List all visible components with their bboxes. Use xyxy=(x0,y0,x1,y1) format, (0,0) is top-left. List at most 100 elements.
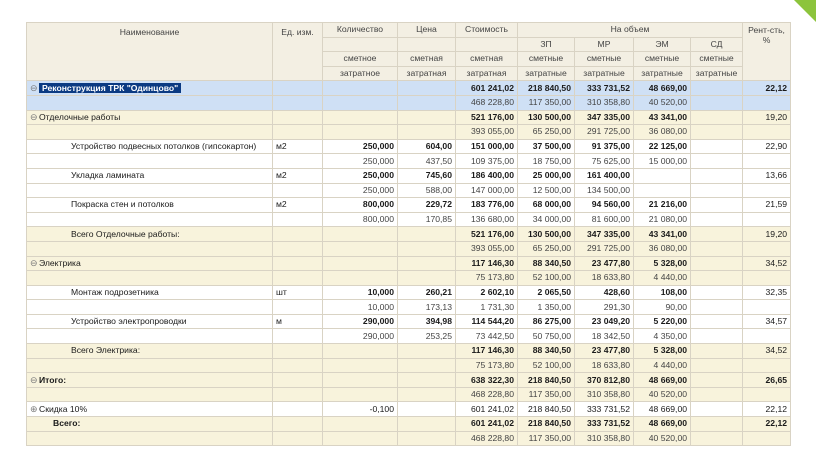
col-header-em[interactable]: ЭМ xyxy=(633,36,691,53)
rent-cell: 21,59 xyxy=(742,197,792,213)
em-cell: 40 520,00 xyxy=(633,94,691,111)
cost-cell: 117 146,30 xyxy=(455,343,518,359)
name-cell[interactable]: ⊖Электрика xyxy=(26,255,273,272)
price-cell xyxy=(397,270,456,286)
table-row-item[interactable]: Устройство подвесных потолков (гипсокарт… xyxy=(26,138,792,155)
em-cell: 21 080,00 xyxy=(633,211,691,228)
mr-cell: 18 342,50 xyxy=(574,328,634,345)
name-cell[interactable]: Устройство электропроводки xyxy=(26,313,273,330)
col-header-qty[interactable]: Количество xyxy=(322,22,398,38)
cost-cell: 601 241,02 xyxy=(455,80,518,96)
em-cell: 36 080,00 xyxy=(633,124,691,140)
col-header-rent[interactable]: Рент-сть, % xyxy=(742,21,792,82)
unit-cell xyxy=(272,386,323,403)
em-cell: 48 669,00 xyxy=(633,401,691,418)
header-blank xyxy=(322,36,398,53)
name-cell xyxy=(26,94,273,111)
em-cell: 108,00 xyxy=(633,284,691,301)
unit-cell xyxy=(272,270,323,286)
qty-cell xyxy=(322,343,398,359)
name-cell[interactable]: Всего Отделочные работы: xyxy=(26,226,273,242)
qty-cell xyxy=(322,430,398,447)
col-header-sd[interactable]: СД xyxy=(689,36,744,53)
name-cell[interactable]: Всего Электрика: xyxy=(26,343,273,359)
sd-cell xyxy=(689,270,744,286)
zp-cell: 130 500,00 xyxy=(517,226,575,242)
table-row-subtotal[interactable]: ⊖Итого: 638 322,30 218 840,50 370 812,80… xyxy=(26,372,792,388)
unit-cell xyxy=(272,240,323,257)
qty-cell xyxy=(322,255,398,272)
table-row-project[interactable]: ⊖ Реконструкция ТРК "Одинцово" 601 241,02… xyxy=(26,80,792,96)
em-cell: 40 520,00 xyxy=(633,386,691,403)
qty-cell xyxy=(322,124,398,140)
sd-cell xyxy=(689,343,744,359)
collapse-icon[interactable]: ⊖ xyxy=(30,82,39,95)
unit-cell xyxy=(272,94,323,111)
expand-icon[interactable]: ⊕ xyxy=(30,403,39,416)
em-cell: 4 350,00 xyxy=(633,328,691,345)
price-cell: 745,60 xyxy=(397,167,456,184)
col-header-unit[interactable]: Ед. изм. xyxy=(272,21,323,82)
collapse-icon[interactable]: ⊖ xyxy=(30,111,39,124)
collapse-icon[interactable]: ⊖ xyxy=(30,374,39,387)
price-cell: 394,98 xyxy=(397,313,456,330)
estimate-table: Наименование Ед. изм. Количество Цена Ст… xyxy=(26,21,792,447)
name-cell[interactable]: Всего: xyxy=(26,416,273,432)
rent-cell: 26,65 xyxy=(742,372,792,388)
table-row-item[interactable]: Устройство электропроводки м 290,000 394… xyxy=(26,313,792,330)
sd-cell xyxy=(689,226,744,242)
table-row-total[interactable]: Всего Отделочные работы: 521 176,00 130 … xyxy=(26,226,792,242)
zp-cell: 68 000,00 xyxy=(517,197,575,213)
unit-cell xyxy=(272,299,323,315)
name-cell[interactable]: Покраска стен и потолков xyxy=(26,197,273,213)
unit-cell xyxy=(272,109,323,126)
table-row-item[interactable]: Укладка ламината м2 250,000 745,60 186 4… xyxy=(26,167,792,184)
col-header-volume[interactable]: На объем xyxy=(516,22,744,38)
unit-cell xyxy=(272,372,323,388)
unit-cell xyxy=(272,211,323,228)
col-header-price[interactable]: Цена xyxy=(397,22,456,38)
zp-cell: 12 500,00 xyxy=(517,182,575,199)
qty-cell xyxy=(322,240,398,257)
rent-cell xyxy=(742,328,792,345)
table-row-item[interactable]: Покраска стен и потолков м2 800,000 229,… xyxy=(26,197,792,213)
table-row-item-sub: 800,000 170,85 136 680,00 34 000,00 81 6… xyxy=(26,211,792,228)
rent-cell: 22,12 xyxy=(742,416,792,432)
name-cell[interactable]: Укладка ламината xyxy=(26,167,273,184)
name-cell[interactable]: Монтаж подрозетника xyxy=(26,284,273,301)
mr-cell: 291,30 xyxy=(574,299,634,315)
name-cell[interactable]: ⊖Итого: xyxy=(26,372,273,388)
name-cell xyxy=(26,270,273,286)
qty-cell xyxy=(322,416,398,432)
col-header-zp[interactable]: ЗП xyxy=(517,36,575,53)
col-header-mr[interactable]: МР xyxy=(574,36,634,53)
corner-decoration xyxy=(794,0,816,22)
name-cell[interactable]: Устройство подвесных потолков (гипсокарт… xyxy=(26,138,273,155)
cost-cell: 468 228,80 xyxy=(455,386,518,403)
col-header-name[interactable]: Наименование xyxy=(26,21,273,82)
name-cell[interactable]: ⊖ Реконструкция ТРК "Одинцово" xyxy=(26,80,273,96)
table-row-section[interactable]: ⊖Отделочные работы 521 176,00 130 500,00… xyxy=(26,109,792,126)
rent-cell xyxy=(742,430,792,447)
price-cell: 253,25 xyxy=(397,328,456,345)
name-cell[interactable]: ⊖Отделочные работы xyxy=(26,109,273,126)
zp-cell: 218 840,50 xyxy=(517,80,575,96)
cost-cell: 151 000,00 xyxy=(455,138,518,155)
subheader-smetnye: сметные xyxy=(574,51,634,67)
table-row-discount[interactable]: ⊕Скидка 10% -0,100 601 241,02 218 840,50… xyxy=(26,401,792,418)
name-cell xyxy=(26,386,273,403)
qty-cell xyxy=(322,226,398,242)
mr-cell: 291 725,00 xyxy=(574,240,634,257)
name-cell xyxy=(26,124,273,140)
collapse-icon[interactable]: ⊖ xyxy=(30,257,39,270)
qty-cell xyxy=(322,270,398,286)
name-cell[interactable]: ⊕Скидка 10% xyxy=(26,401,273,418)
name-cell xyxy=(26,240,273,257)
table-row-grand-total[interactable]: Всего: 601 241,02 218 840,50 333 731,52 … xyxy=(26,416,792,432)
table-row-section[interactable]: ⊖Электрика 117 146,30 88 340,50 23 477,8… xyxy=(26,255,792,272)
col-header-cost[interactable]: Стоимость xyxy=(455,22,518,38)
table-row-total[interactable]: Всего Электрика: 117 146,30 88 340,50 23… xyxy=(26,343,792,359)
em-cell: 4 440,00 xyxy=(633,270,691,286)
unit-cell xyxy=(272,328,323,345)
table-row-item[interactable]: Монтаж подрозетника шт 10,000 260,21 2 6… xyxy=(26,284,792,301)
